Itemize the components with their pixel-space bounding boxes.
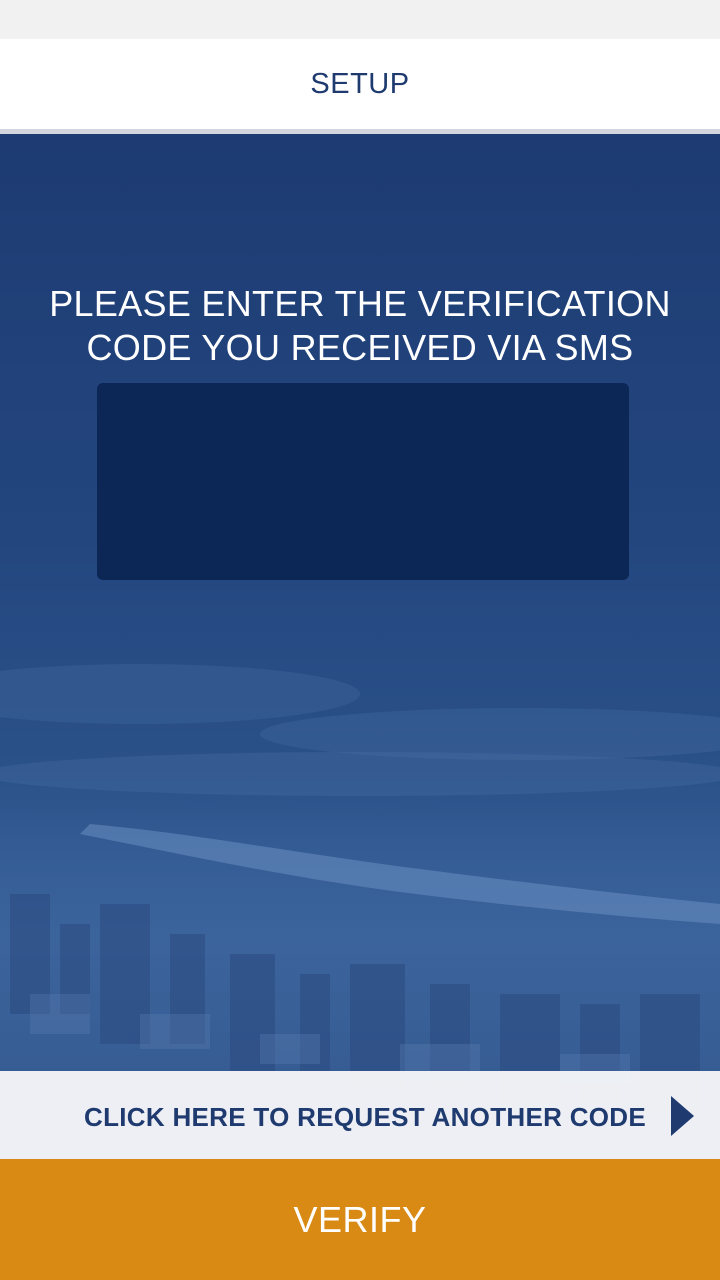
verify-button[interactable]: VERIFY	[0, 1159, 720, 1280]
verify-label: VERIFY	[293, 1198, 427, 1240]
chevron-right-icon	[671, 1096, 694, 1136]
prompt-line-2: CODE YOU RECEIVED VIA SMS	[86, 327, 634, 368]
request-another-code-label: CLICK HERE TO REQUEST ANOTHER CODE	[84, 1102, 647, 1132]
verification-code-input[interactable]	[97, 383, 629, 580]
prompt-line-1: PLEASE ENTER THE VERIFICATION	[49, 283, 671, 324]
header: SETUP	[0, 39, 720, 134]
request-another-code-button[interactable]: CLICK HERE TO REQUEST ANOTHER CODE	[0, 1071, 720, 1159]
status-bar	[0, 0, 720, 39]
setup-screen: SETUP PLEASE ENTER THE VERIFICATION CODE…	[0, 0, 720, 1280]
page-title: SETUP	[310, 67, 410, 100]
verification-prompt: PLEASE ENTER THE VERIFICATION CODE YOU R…	[40, 282, 680, 370]
